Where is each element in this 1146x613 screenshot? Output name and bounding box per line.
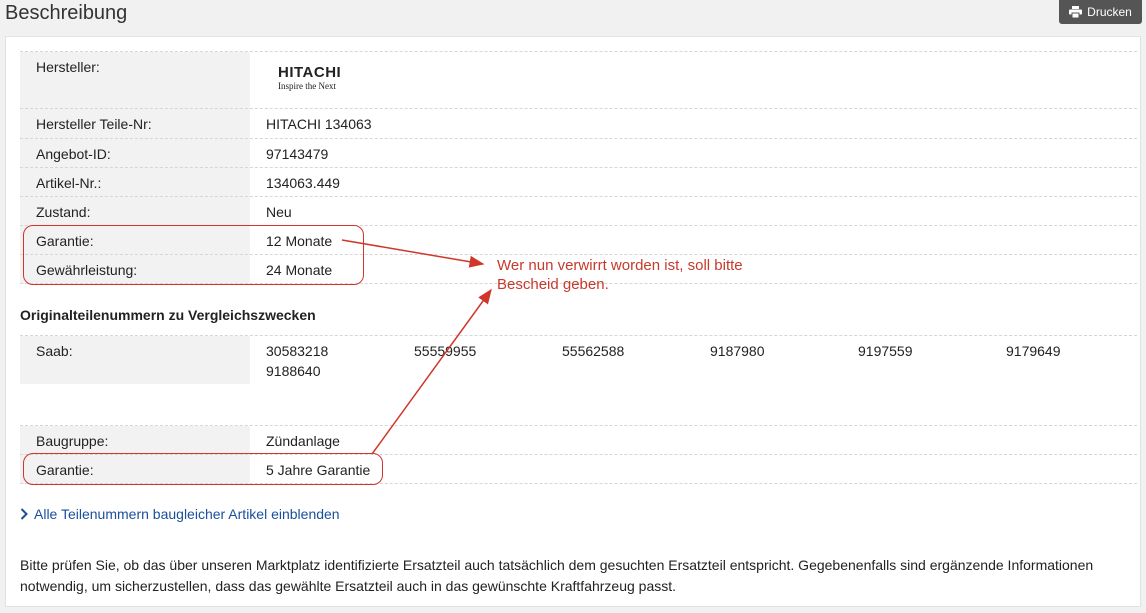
detail-value: HITACHI 134063 (266, 116, 372, 132)
oe-numbers-row: Saab: 30583218 55559955 55562588 9187980… (20, 335, 1137, 384)
detail-label: Hersteller Teile-Nr: (20, 109, 250, 139)
detail-label: Garantie: (20, 455, 250, 484)
oe-number: 55559955 (414, 343, 477, 359)
detail-value: Zündanlage (266, 433, 340, 449)
page-title: Beschreibung (5, 2, 128, 24)
detail-label: Zustand: (20, 197, 250, 226)
detail-row-article-number: Artikel-Nr.: 134063.449 (20, 167, 1137, 197)
oe-number: 30583218 (266, 343, 329, 359)
annotation-line: Wer nun verwirrt worden ist, soll bitte (497, 257, 743, 274)
oe-number: 9179649 (1006, 343, 1061, 359)
show-all-part-numbers-link[interactable]: Alle Teilenummern baugleicher Artikel ei… (20, 506, 340, 522)
annotation-note: Wer nun verwirrt worden ist, soll bitte … (497, 256, 797, 294)
print-button[interactable]: Drucken (1059, 0, 1142, 24)
detail-row-manufacturer: Hersteller: (20, 51, 1137, 109)
detail-value: 24 Monate (266, 262, 333, 278)
oe-number: 55562588 (562, 343, 625, 359)
detail-label: Hersteller: (20, 52, 250, 109)
detail-row-offer-id: Angebot-ID: 97143479 (20, 138, 1137, 168)
detail-label: Artikel-Nr.: (20, 168, 250, 197)
annotation-line: Bescheid geben. (497, 276, 609, 293)
detail-row-condition: Zustand: Neu (20, 196, 1137, 226)
printer-icon (1069, 6, 1083, 18)
row-divider (20, 483, 1137, 484)
detail-value: 134063.449 (266, 175, 340, 191)
oe-brand-label: Saab: (20, 336, 250, 384)
description-panel: Hersteller: HITACHI Inspire the Next Her… (5, 36, 1141, 607)
chevron-right-icon (20, 508, 28, 520)
detail-label: Gewährleistung: (20, 255, 250, 284)
detail-row-warranty-extra: Garantie: 5 Jahre Garantie (20, 454, 1137, 484)
oe-section-heading: Originalteilenummern zu Vergleichszwecke… (20, 307, 316, 323)
detail-value: 12 Monate (266, 233, 333, 249)
hitachi-logo: HITACHI Inspire the Next (278, 64, 342, 91)
detail-value: Neu (266, 204, 292, 220)
detail-value: 97143479 (266, 146, 329, 162)
detail-row-warranty: Garantie: 12 Monate (20, 225, 1137, 255)
show-link-label: Alle Teilenummern baugleicher Artikel ei… (34, 506, 340, 522)
detail-label: Baugruppe: (20, 426, 250, 455)
oe-number: 9188640 (266, 363, 321, 379)
detail-row-part-number: Hersteller Teile-Nr: HITACHI 134063 (20, 108, 1137, 139)
detail-label: Angebot-ID: (20, 139, 250, 168)
detail-value: 5 Jahre Garantie (266, 462, 371, 478)
disclaimer-text: Bitte prüfen Sie, ob das über unseren Ma… (20, 557, 1094, 594)
print-button-label: Drucken (1087, 5, 1132, 19)
oe-number: 9197559 (858, 343, 913, 359)
detail-row-assembly-group: Baugruppe: Zündanlage (20, 425, 1137, 455)
oe-number: 9187980 (710, 343, 765, 359)
detail-label: Garantie: (20, 226, 250, 255)
